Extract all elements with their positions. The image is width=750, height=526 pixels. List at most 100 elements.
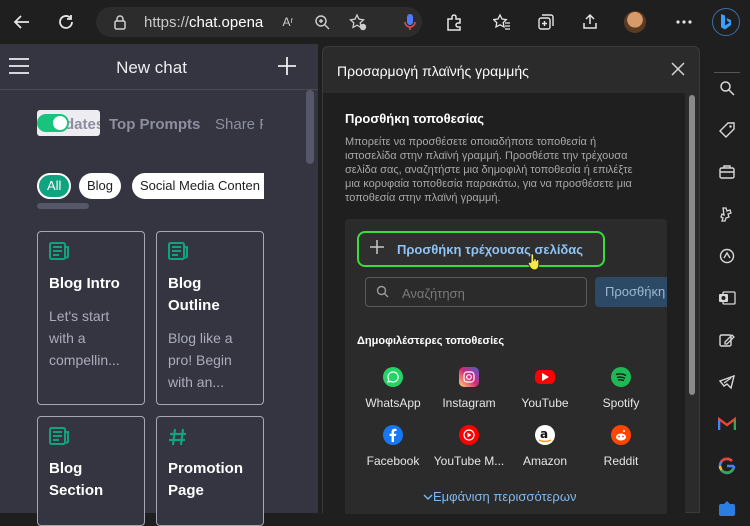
address-bar[interactable]: https://chat.opena Aʳ <box>96 7 422 37</box>
card-description: Blog like a pro! Begin with an... <box>168 330 233 390</box>
tab-top-prompts[interactable]: Top Prompts <box>109 116 200 133</box>
site-label: Instagram <box>442 396 496 410</box>
site-search-input[interactable]: Αναζήτηση <box>365 277 587 307</box>
zoom-icon[interactable] <box>310 10 334 34</box>
chip-blog[interactable]: Blog <box>79 173 122 199</box>
chips-scrollbar[interactable] <box>37 203 89 209</box>
microphone-icon[interactable] <box>396 8 424 36</box>
shopping-tag-icon[interactable] <box>717 120 737 140</box>
newspaper-icon <box>49 242 71 264</box>
sidebar-divider <box>714 72 740 73</box>
google-icon[interactable] <box>717 456 737 476</box>
site-amazon[interactable]: a Amazon <box>508 425 582 475</box>
bing-chat-icon[interactable] <box>712 8 740 36</box>
customize-sidebar-dialog: Προσαρμογή πλαϊνής γραμμής Προσθήκη τοπο… <box>322 46 700 514</box>
more-menu-icon[interactable] <box>670 8 698 36</box>
favorite-add-icon[interactable] <box>346 10 370 34</box>
blue-app-icon[interactable] <box>717 498 737 518</box>
card-title: Promotion Page <box>168 460 243 499</box>
instagram-icon <box>459 367 479 387</box>
add-site-heading: Προσθήκη τοποθεσίας <box>345 111 485 126</box>
youtube-music-icon <box>459 425 479 445</box>
favorites-icon[interactable] <box>488 8 516 36</box>
url-host: chat.opena <box>189 14 264 31</box>
whatsapp-icon <box>383 367 403 387</box>
site-label: Reddit <box>603 454 639 468</box>
site-label: Spotify <box>602 396 640 410</box>
back-icon[interactable] <box>8 8 36 36</box>
new-chat-plus-icon[interactable] <box>277 56 297 76</box>
card-title: Blog Intro <box>49 275 120 292</box>
site-reddit[interactable]: Reddit <box>584 425 658 475</box>
chip-all[interactable]: All <box>37 173 72 199</box>
read-aloud-glyph: Aʳ <box>282 15 294 29</box>
chat-scrollbar[interactable] <box>306 90 314 164</box>
extensions-icon[interactable] <box>440 8 468 36</box>
site-youtube[interactable]: YouTube <box>508 367 582 417</box>
dialog-body: Προσθήκη τοποθεσίας Μπορείτε να προσθέσε… <box>323 93 685 514</box>
prompt-card-blog-intro[interactable]: Blog Intro Let's start with a compellin.… <box>37 231 145 405</box>
chatgpt-pane: New chat Updates Top Prompts Share F All… <box>0 44 318 526</box>
prompt-card-promotion-page[interactable]: Promotion Page <box>156 416 264 526</box>
site-whatsapp[interactable]: WhatsApp <box>356 367 430 417</box>
spotify-icon <box>611 367 631 387</box>
share-icon[interactable] <box>576 8 604 36</box>
site-label: Amazon <box>522 454 568 468</box>
add-site-panel: Προσθήκη τρέχουσας σελίδας Αναζήτηση Προ… <box>345 219 667 514</box>
svg-text:a: a <box>540 427 548 441</box>
gmail-icon[interactable] <box>717 414 737 434</box>
hand-cursor-icon <box>527 253 541 271</box>
outlook-icon[interactable] <box>717 288 737 308</box>
site-label: YouTube <box>521 396 569 410</box>
site-youtube-music[interactable]: YouTube M... <box>432 425 506 475</box>
prompt-card-blog-outline[interactable]: Blog Outline Blog like a pro! Begin with… <box>156 231 264 405</box>
microsoft-365-icon[interactable] <box>717 246 737 266</box>
collections-icon[interactable] <box>532 8 560 36</box>
reddit-icon <box>611 425 631 445</box>
tools-briefcase-icon[interactable] <box>717 162 737 182</box>
lock-icon[interactable] <box>108 10 132 34</box>
url-text[interactable]: https://chat.opena <box>144 14 270 31</box>
site-instagram[interactable]: Instagram <box>432 367 506 417</box>
card-title: Blog Section <box>49 460 104 499</box>
games-icon[interactable] <box>717 204 737 224</box>
dialog-title: Προσαρμογή πλαϊνής γραμμής <box>337 63 529 79</box>
popular-sites-heading: Δημοφιλέστερες τοποθεσίες <box>357 335 505 347</box>
add-site-description: Μπορείτε να προσθέσετε οποιαδήποτε τοποθ… <box>345 136 633 204</box>
show-more-label: Εμφάνιση περισσότερων <box>433 489 577 504</box>
chat-title: New chat <box>116 58 187 77</box>
search-icon[interactable] <box>717 78 737 98</box>
amazon-icon: a <box>535 425 555 445</box>
add-site-button[interactable]: Προσθήκη <box>595 277 667 307</box>
youtube-icon <box>535 370 555 384</box>
drop-pen-icon[interactable] <box>717 330 737 350</box>
card-description: Let's start with a compellin... <box>49 308 120 368</box>
dialog-scrollbar[interactable] <box>689 95 695 395</box>
chip-social-media[interactable]: Social Media Conten <box>132 173 264 199</box>
site-label: YouTube M... <box>433 454 505 468</box>
newspaper-icon <box>49 427 71 449</box>
add-current-page-label: Προσθήκη τρέχουσας σελίδας <box>397 242 584 257</box>
browser-toolbar: https://chat.opena Aʳ <box>0 0 750 44</box>
updates-toggle[interactable] <box>37 114 69 132</box>
close-icon[interactable] <box>667 59 689 81</box>
site-facebook[interactable]: Facebook <box>356 425 430 475</box>
site-spotify[interactable]: Spotify <box>584 367 658 417</box>
chat-header: New chat <box>0 44 318 90</box>
refresh-icon[interactable] <box>52 8 80 36</box>
telegram-icon[interactable] <box>717 372 737 392</box>
card-title: Blog Outline <box>168 275 220 314</box>
prompt-card-blog-section[interactable]: Blog Section <box>37 416 145 526</box>
tab-updates[interactable]: Updates <box>67 116 100 133</box>
show-more-link[interactable]: Εμφάνιση περισσότερων <box>423 489 576 504</box>
tab-updates-label: Updates <box>67 116 100 133</box>
read-aloud-icon[interactable]: Aʳ <box>276 10 300 34</box>
site-label: Facebook <box>366 454 420 468</box>
site-label: WhatsApp <box>365 396 421 410</box>
url-prefix: https:// <box>144 14 190 31</box>
facebook-icon <box>383 425 403 445</box>
search-icon <box>376 285 389 301</box>
profile-avatar[interactable] <box>624 11 646 33</box>
add-current-page-button[interactable]: Προσθήκη τρέχουσας σελίδας <box>357 231 605 271</box>
tab-share[interactable]: Share F <box>215 116 263 133</box>
